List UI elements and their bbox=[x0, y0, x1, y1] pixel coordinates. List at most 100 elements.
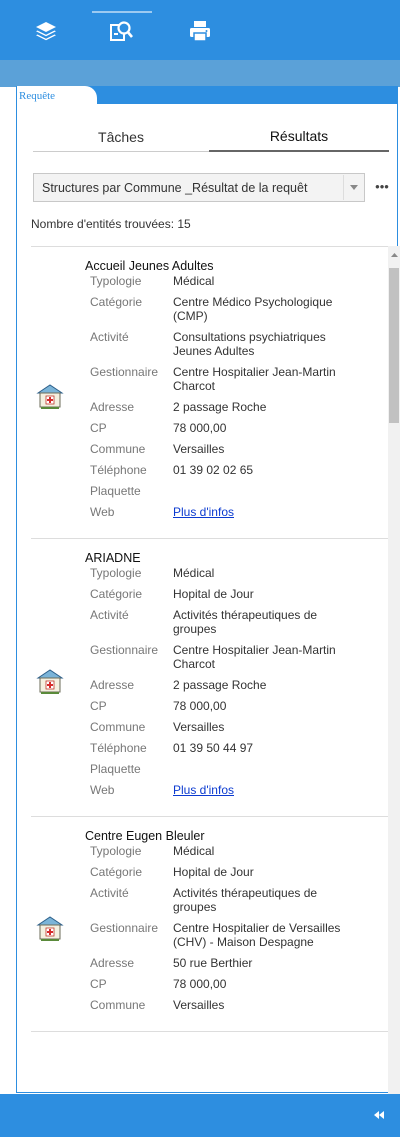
results-scrollbar[interactable] bbox=[388, 246, 400, 1137]
field-value: Activités thérapeutiques de groupes bbox=[173, 886, 318, 914]
field-row: Typologie Médical bbox=[90, 566, 388, 587]
field-value: Plus d'infos bbox=[173, 783, 363, 797]
field-value: Versailles bbox=[173, 720, 225, 734]
scrollbar-thumb[interactable] bbox=[389, 268, 399, 423]
record-title: ARIADNE bbox=[85, 551, 141, 565]
top-toolbar bbox=[0, 0, 400, 60]
field-label: Adresse bbox=[90, 956, 135, 970]
field-value: Centre Hospitalier Jean-Martin Charcot bbox=[173, 643, 336, 671]
field-row: Activité Activités thérapeutiques de grou… bbox=[90, 886, 388, 921]
field-label: Commune bbox=[90, 998, 146, 1012]
field-value: 78 000,00 bbox=[173, 421, 227, 435]
field-label: Web bbox=[90, 783, 115, 797]
active-tool-indicator bbox=[92, 11, 152, 13]
field-value: Plus d'infos bbox=[173, 505, 363, 519]
field-value: Activités thérapeutiques de groupes bbox=[173, 608, 318, 636]
field-value: Médical bbox=[173, 844, 215, 858]
result-record[interactable]: ARIADNE Typologie Médical Catégorie Hopital … bbox=[31, 539, 388, 817]
field-label: Gestionnaire bbox=[90, 921, 159, 935]
field-label: Typologie bbox=[90, 844, 142, 858]
field-row: CP 78 000,00 bbox=[90, 699, 388, 720]
layers-icon[interactable] bbox=[28, 14, 64, 48]
scroll-up-icon[interactable] bbox=[388, 248, 400, 262]
field-value bbox=[173, 484, 363, 498]
field-label: Activité bbox=[90, 886, 129, 900]
field-value: 2 passage Roche bbox=[173, 678, 267, 692]
field-label: Commune bbox=[90, 442, 146, 456]
field-label: Adresse bbox=[90, 678, 135, 692]
field-row: Web Plus d'infos bbox=[90, 505, 388, 526]
field-row: Catégorie Hopital de Jour bbox=[90, 865, 388, 886]
record-title: Centre Eugen Bleuler bbox=[85, 829, 205, 843]
result-count: Nombre d'entités trouvées: 15 bbox=[31, 217, 191, 231]
header-band bbox=[0, 60, 400, 87]
result-record[interactable]: Accueil Jeunes Adultes Typologie Médical Ca… bbox=[31, 247, 388, 539]
field-row: Téléphone 01 39 02 02 65 bbox=[90, 463, 388, 484]
results-list[interactable]: Accueil Jeunes Adultes Typologie Médical Ca… bbox=[31, 246, 388, 1137]
field-label: Téléphone bbox=[90, 463, 147, 477]
field-value bbox=[173, 762, 363, 776]
hospital-icon bbox=[35, 666, 65, 696]
field-row: Gestionnaire Centre Hospitalier Jean-Mart… bbox=[90, 365, 388, 400]
print-icon[interactable] bbox=[182, 14, 218, 48]
hospital-icon bbox=[35, 913, 65, 943]
field-row: Commune Versailles bbox=[90, 998, 388, 1019]
field-label: Catégorie bbox=[90, 587, 143, 601]
field-label: Activité bbox=[90, 330, 129, 344]
record-title: Accueil Jeunes Adultes bbox=[85, 259, 214, 273]
field-label: Web bbox=[90, 505, 115, 519]
field-row: Adresse 2 passage Roche bbox=[90, 400, 388, 421]
field-row: Gestionnaire Centre Hospitalier de Versai… bbox=[90, 921, 388, 956]
field-row: Web Plus d'infos bbox=[90, 783, 388, 804]
field-label: Plaquette bbox=[90, 762, 141, 776]
field-row: Typologie Médical bbox=[90, 844, 388, 865]
field-row: Typologie Médical bbox=[90, 274, 388, 295]
field-row: Commune Versailles bbox=[90, 442, 388, 463]
record-fields: Typologie Médical Catégorie Centre Médico P… bbox=[90, 274, 388, 526]
query-select-value: Structures par Commune _Résultat de la r… bbox=[42, 180, 308, 195]
field-value: Consultations psychiatriques Jeunes Adul… bbox=[173, 330, 326, 358]
field-label: Gestionnaire bbox=[90, 643, 159, 657]
collapse-panel-icon[interactable] bbox=[372, 1109, 386, 1121]
field-value: Hopital de Jour bbox=[173, 865, 254, 879]
field-row: Plaquette bbox=[90, 762, 388, 783]
field-value: 01 39 02 02 65 bbox=[173, 463, 254, 477]
field-row: Plaquette bbox=[90, 484, 388, 505]
field-value: Versailles bbox=[173, 998, 225, 1012]
panel-tabs: Tâches Résultats bbox=[33, 122, 389, 152]
more-info-link[interactable]: Plus d'infos bbox=[173, 783, 234, 797]
field-label: Typologie bbox=[90, 274, 142, 288]
query-tab-label: Requête bbox=[19, 90, 56, 102]
field-value: 50 rue Berthier bbox=[173, 956, 253, 970]
tab-results[interactable]: Résultats bbox=[209, 122, 389, 152]
field-row: Adresse 2 passage Roche bbox=[90, 678, 388, 699]
field-row: Activité Activités thérapeutiques de grou… bbox=[90, 608, 388, 643]
field-value: 78 000,00 bbox=[173, 699, 227, 713]
field-row: Activité Consultations psychiatriques Jeu… bbox=[90, 330, 388, 365]
field-row: Catégorie Hopital de Jour bbox=[90, 587, 388, 608]
more-options-button[interactable]: ••• bbox=[371, 178, 393, 196]
field-value: Centre Hospitalier Jean-Martin Charcot bbox=[173, 365, 336, 393]
field-row: Adresse 50 rue Berthier bbox=[90, 956, 388, 977]
query-select[interactable]: Structures par Commune _Résultat de la r… bbox=[33, 173, 365, 202]
field-value: Versailles bbox=[173, 442, 225, 456]
chevron-down-icon[interactable] bbox=[343, 175, 363, 200]
field-value: Médical bbox=[173, 274, 215, 288]
query-icon[interactable] bbox=[103, 14, 139, 48]
field-value: 78 000,00 bbox=[173, 977, 227, 991]
field-row: CP 78 000,00 bbox=[90, 977, 388, 998]
field-label: Activité bbox=[90, 608, 129, 622]
tab-tasks[interactable]: Tâches bbox=[33, 122, 209, 152]
result-record[interactable]: Centre Eugen Bleuler Typologie Médical Caté… bbox=[31, 817, 388, 1032]
more-info-link[interactable]: Plus d'infos bbox=[173, 505, 234, 519]
field-row: Commune Versailles bbox=[90, 720, 388, 741]
field-value: 2 passage Roche bbox=[173, 400, 267, 414]
field-value: Centre Médico Psychologique (CMP) bbox=[173, 295, 333, 323]
field-row: Gestionnaire Centre Hospitalier Jean-Mart… bbox=[90, 643, 388, 678]
field-row: Téléphone 01 39 50 44 97 bbox=[90, 741, 388, 762]
field-value: Hopital de Jour bbox=[173, 587, 254, 601]
record-fields: Typologie Médical Catégorie Hopital de Jour… bbox=[90, 566, 388, 804]
query-tab[interactable]: Requête bbox=[17, 86, 97, 108]
field-label: CP bbox=[90, 699, 107, 713]
field-value: Médical bbox=[173, 566, 215, 580]
